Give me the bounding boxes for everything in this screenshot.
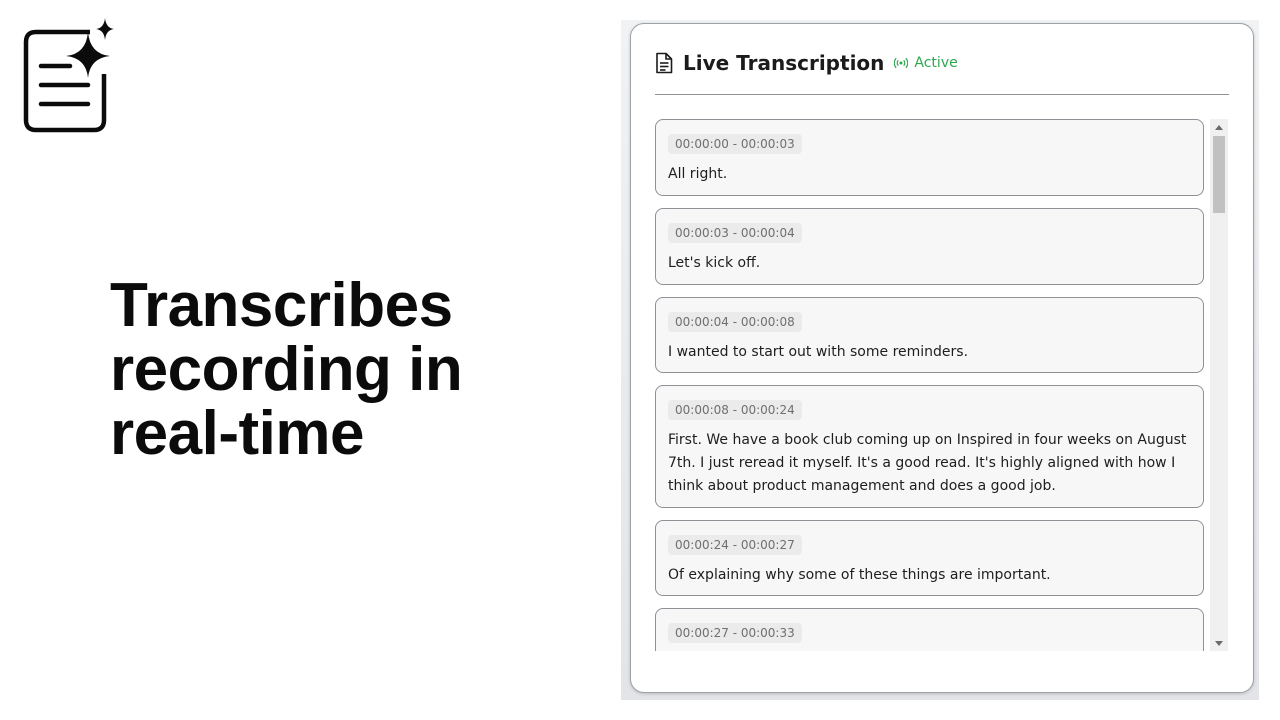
transcript-text: Of explaining why some of these things a… [668, 567, 1051, 583]
transcript-item: 00:00:04 - 00:00:08 I wanted to start ou… [655, 297, 1204, 373]
transcription-panel: Live Transcription Active 00:00:00 - 00:… [630, 23, 1254, 693]
transcript-list[interactable]: 00:00:00 - 00:00:03 All right. 00:00:03 … [655, 119, 1229, 651]
document-icon [656, 52, 673, 74]
hero-headline: Transcribes recording in real-time [110, 274, 530, 466]
scrollbar-thumb[interactable] [1213, 136, 1225, 213]
transcript-item: 00:00:24 - 00:00:27 Of explaining why so… [655, 520, 1204, 596]
status-text: Active [914, 55, 958, 71]
scroll-up-arrow-icon[interactable] [1210, 119, 1228, 135]
broadcast-icon [894, 57, 909, 69]
transcript-timestamp: 00:00:27 - 00:00:33 [668, 623, 802, 643]
transcript-text: First. We have a book club coming up on … [668, 432, 1187, 494]
panel-header: Live Transcription Active [655, 50, 1229, 95]
transcript-text: I wanted to start out with some reminder… [668, 344, 969, 360]
transcript-timestamp: 00:00:00 - 00:00:03 [668, 134, 802, 154]
transcript-item: 00:00:03 - 00:00:04 Let's kick off. [655, 208, 1204, 285]
panel-title: Live Transcription [683, 51, 885, 75]
transcript-item: 00:00:08 - 00:00:24 First. We have a boo… [655, 385, 1204, 508]
hero-line-3: real-time [110, 399, 364, 468]
transcript-timestamp: 00:00:24 - 00:00:27 [668, 535, 802, 555]
transcript-item: 00:00:27 - 00:00:33 [655, 608, 1204, 651]
hero-line-1: Transcribes [110, 271, 453, 340]
hero-line-2: recording in [110, 335, 463, 404]
transcript-text: All right. [668, 166, 728, 182]
status-badge: Active [894, 53, 958, 73]
transcript-item: 00:00:00 - 00:00:03 All right. [655, 119, 1204, 196]
panel-backdrop: Live Transcription Active 00:00:00 - 00:… [621, 20, 1259, 700]
transcript-timestamp: 00:00:08 - 00:00:24 [668, 400, 802, 420]
transcript-text: Let's kick off. [668, 255, 761, 271]
transcript-timestamp: 00:00:03 - 00:00:04 [668, 223, 802, 243]
app-logo-document-sparkle-icon [22, 16, 118, 136]
scroll-down-arrow-icon[interactable] [1210, 635, 1228, 651]
transcript-timestamp: 00:00:04 - 00:00:08 [668, 312, 802, 332]
transcript-scrollbar[interactable] [1210, 119, 1228, 651]
